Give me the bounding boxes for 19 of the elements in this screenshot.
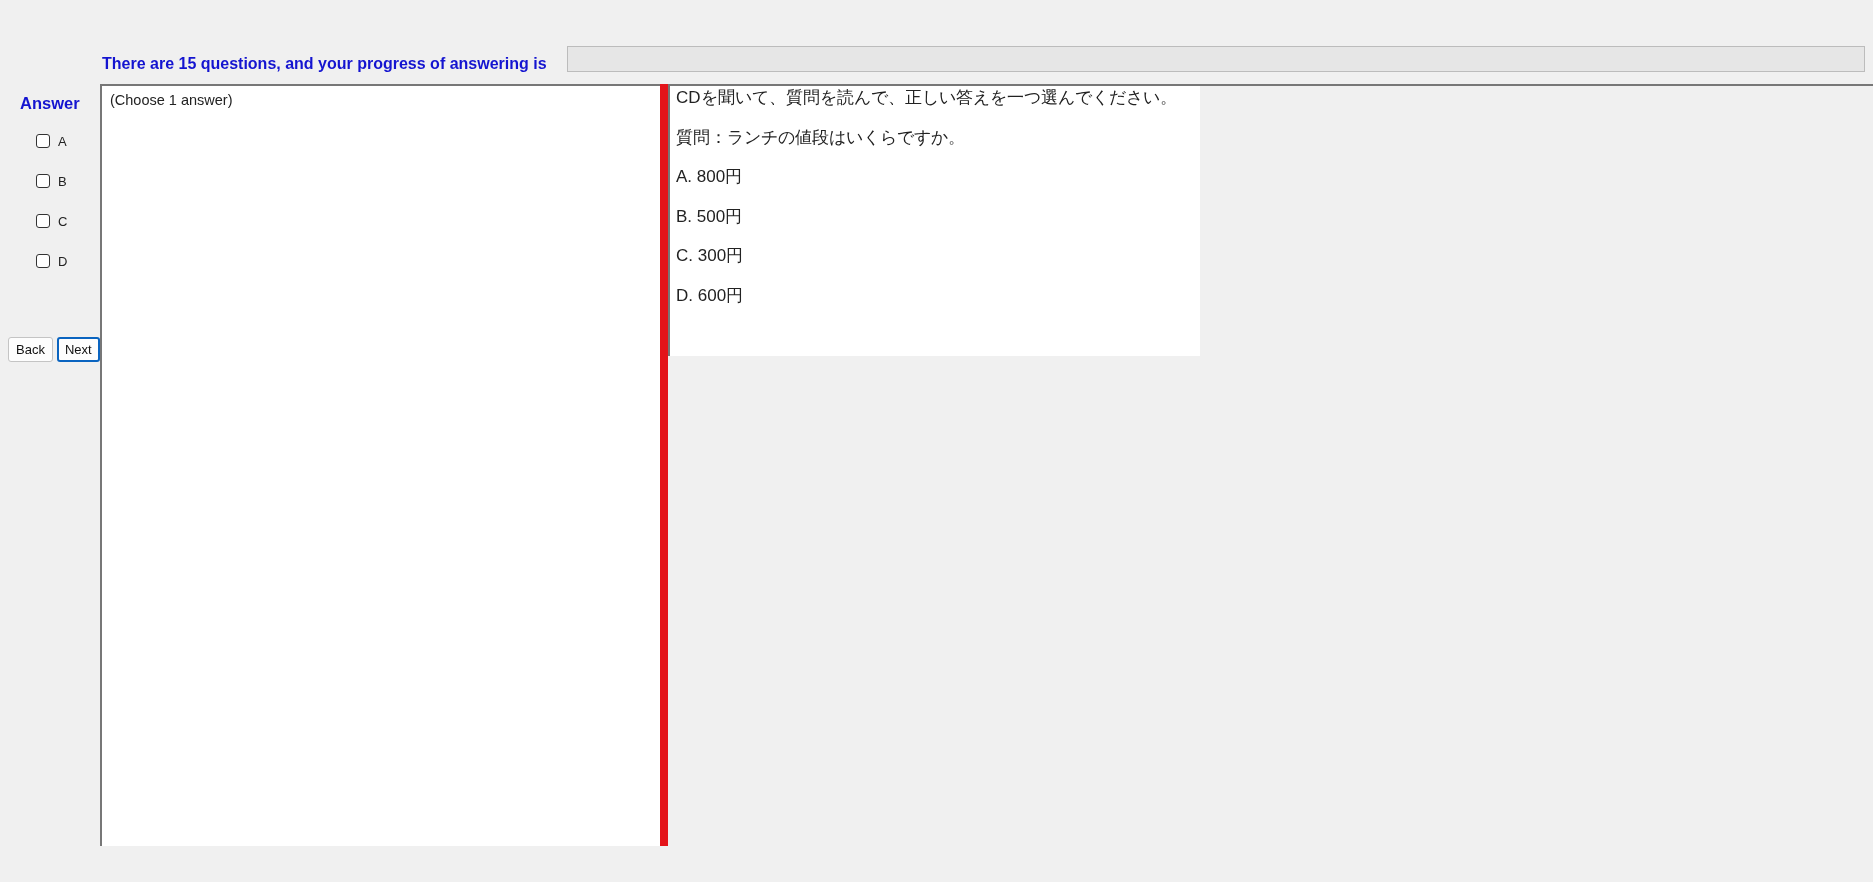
option-label: C (58, 213, 68, 229)
next-button[interactable]: Next (56, 337, 100, 362)
back-button[interactable]: Back (8, 337, 53, 362)
answer-checkbox[interactable] (36, 174, 50, 188)
question-text: 質問：ランチの値段はいくらですか。 (676, 126, 966, 149)
instruction-text: (Choose 1 answer) (110, 92, 233, 108)
question-text: B. 500円 (676, 205, 744, 228)
progress-label: There are 15 questions, and your progress of answering is (102, 54, 547, 73)
option-label: B (58, 173, 67, 189)
answer-checkbox[interactable] (36, 214, 50, 228)
answer-checkbox[interactable] (36, 134, 50, 148)
question-text: C. 300円 (676, 245, 745, 267)
option-label: A (58, 133, 67, 149)
question-text: D. 600円 (676, 284, 745, 307)
answer-checkbox[interactable] (36, 254, 50, 268)
question-text: A. 800円 (676, 166, 744, 188)
option-label: D (58, 253, 68, 269)
question-text: CDを聞いて、質問を読んで、正しい答えを一つ選んでください。 (676, 87, 1178, 109)
answer-label: Answer (20, 94, 81, 113)
